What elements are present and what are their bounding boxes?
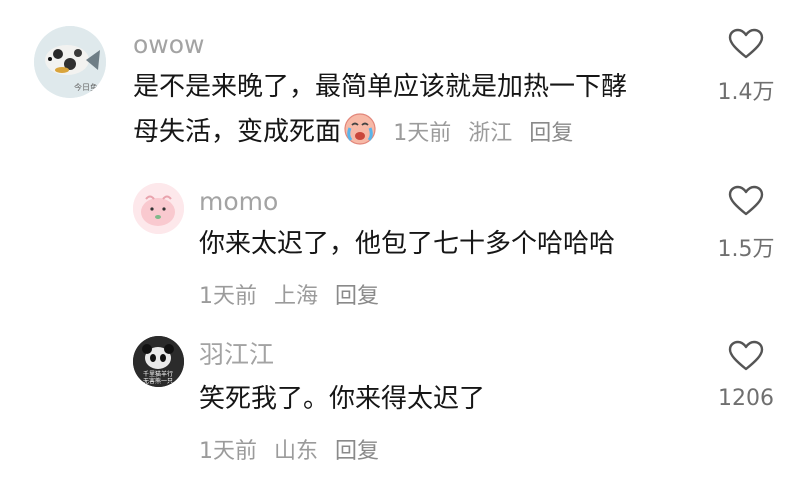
reply-button[interactable]: 回复 [335, 439, 379, 464]
crying-face-emoji [344, 113, 376, 145]
comment-username[interactable]: 羽江江 [199, 342, 274, 367]
comment-time: 1天前 [199, 439, 257, 464]
fish-avatar-image: 今日鱼 [34, 26, 106, 98]
comment-location: 山东 [274, 439, 319, 464]
comment-item: 今日鱼 owow 是不是来晚了，最简单应该就是加热一下酵 母失活，变成死面 1天… [0, 0, 800, 170]
comment-meta: 1天前 上海 回复 [199, 278, 389, 310]
comment-location: 上海 [274, 284, 319, 309]
like-control[interactable]: 1206 [701, 340, 791, 411]
avatar[interactable]: 千里猫羊行 无害熊一只 [133, 336, 184, 387]
comment-item: momo 你来太迟了，他包了七十多个哈哈哈 1天前 上海 回复 1.5万 [0, 170, 800, 325]
comment-text-line: 是不是来晚了，最简单应该就是加热一下酵 [133, 72, 628, 102]
reply-button[interactable]: 回复 [335, 284, 379, 309]
comment-text: 笑死我了。你来得太迟了 [199, 384, 486, 414]
comment-item: 千里猫羊行 无害熊一只 羽江江 笑死我了。你来得太迟了 1天前 山东 回复 12… [0, 325, 800, 483]
like-control[interactable]: 1.5万 [701, 185, 791, 263]
reply-button[interactable]: 回复 [529, 121, 573, 146]
avatar-caption: 千里猫羊行 [143, 370, 173, 378]
heart-outline-icon[interactable] [728, 340, 764, 372]
comment-time: 1天前 [199, 284, 257, 309]
comment-time: 1天前 [393, 121, 452, 146]
comment-username[interactable]: owow [133, 32, 204, 57]
comment-meta: 1天前 山东 回复 [199, 433, 389, 465]
like-control[interactable]: 1.4万 [701, 28, 791, 106]
comment-text-segment: 母失活，变成死面 [133, 117, 342, 147]
comment-text: 是不是来晚了，最简单应该就是加热一下酵 母失活，变成死面 1天前 浙江 回复 [133, 65, 627, 156]
avatar-caption: 今日鱼 [74, 82, 98, 92]
pink-character-avatar-image [133, 183, 184, 234]
heart-outline-icon[interactable] [728, 185, 764, 217]
like-count: 1206 [718, 386, 774, 411]
avatar[interactable]: 今日鱼 [34, 26, 106, 98]
like-count: 1.4万 [717, 80, 775, 105]
panda-avatar-image: 千里猫羊行 无害熊一只 [133, 336, 184, 387]
avatar-caption: 无害熊一只 [143, 377, 173, 385]
like-count: 1.5万 [717, 237, 775, 262]
comment-text-line: 母失活，变成死面 1天前 浙江 回复 [133, 110, 627, 156]
comment-list: { "comments": [ { "username": "owow", "a… [0, 0, 800, 483]
avatar[interactable] [133, 183, 184, 234]
comment-meta: 1天前 浙江 回复 [393, 121, 583, 146]
comment-text: 你来太迟了，他包了七十多个哈哈哈 [199, 229, 616, 259]
heart-outline-icon[interactable] [728, 28, 764, 60]
comment-username[interactable]: momo [199, 189, 278, 214]
comment-location: 浙江 [468, 121, 513, 146]
